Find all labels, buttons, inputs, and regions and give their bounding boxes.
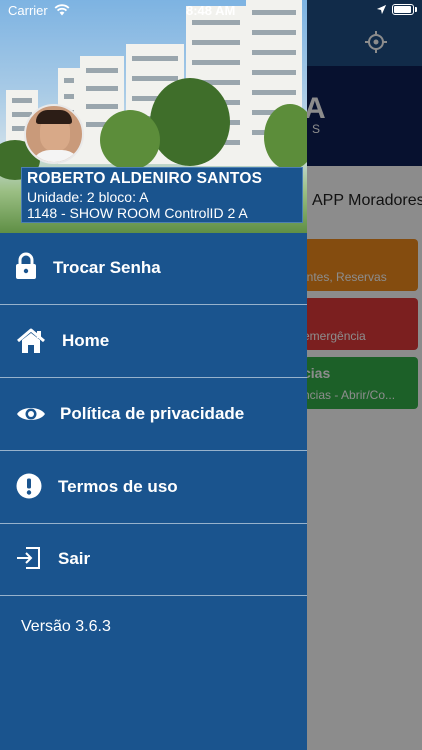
eye-icon xyxy=(17,408,45,420)
location-arrow-icon xyxy=(376,4,387,15)
menu-item-change-password[interactable]: Trocar Senha xyxy=(0,233,307,305)
user-name: ROBERTO ALDENIRO SANTOS xyxy=(27,170,263,187)
tree-illustration xyxy=(100,110,160,170)
sign-out-icon xyxy=(17,547,40,569)
menu-label: Política de privacidade xyxy=(60,404,245,423)
alert-circle-icon xyxy=(16,473,42,499)
lock-icon xyxy=(16,252,36,279)
carrier-label: Carrier xyxy=(8,3,48,18)
side-drawer: ROBERTO ALDENIRO SANTOS Unidade: 2 bloco… xyxy=(0,0,307,750)
battery-icon xyxy=(392,4,414,15)
menu-label: Sair xyxy=(58,549,91,568)
menu-item-home[interactable]: Home xyxy=(0,306,307,378)
home-icon xyxy=(17,328,45,353)
menu-item-logout[interactable]: Sair xyxy=(0,524,307,596)
app-version: Versão 3.6.3 xyxy=(21,618,111,635)
menu-label: Termos de uso xyxy=(58,477,178,496)
battery-tip xyxy=(415,7,417,12)
clock: 8:48 AM xyxy=(186,3,236,18)
menu-item-privacy-policy[interactable]: Política de privacidade xyxy=(0,379,307,451)
avatar[interactable] xyxy=(24,104,84,164)
menu-label: Trocar Senha xyxy=(53,258,161,277)
user-info-box: ROBERTO ALDENIRO SANTOS Unidade: 2 bloco… xyxy=(21,167,303,223)
menu-label: Home xyxy=(62,331,110,350)
user-condominium: 1148 - SHOW ROOM ControlID 2 A xyxy=(27,205,248,221)
menu-item-terms-of-use[interactable]: Termos de uso xyxy=(0,452,307,524)
tree-illustration xyxy=(264,104,307,170)
wifi-icon xyxy=(54,4,70,16)
status-bar: Carrier 8:48 AM xyxy=(0,0,422,22)
user-unit: Unidade: 2 bloco: A xyxy=(27,189,149,205)
tree-illustration xyxy=(150,78,230,166)
